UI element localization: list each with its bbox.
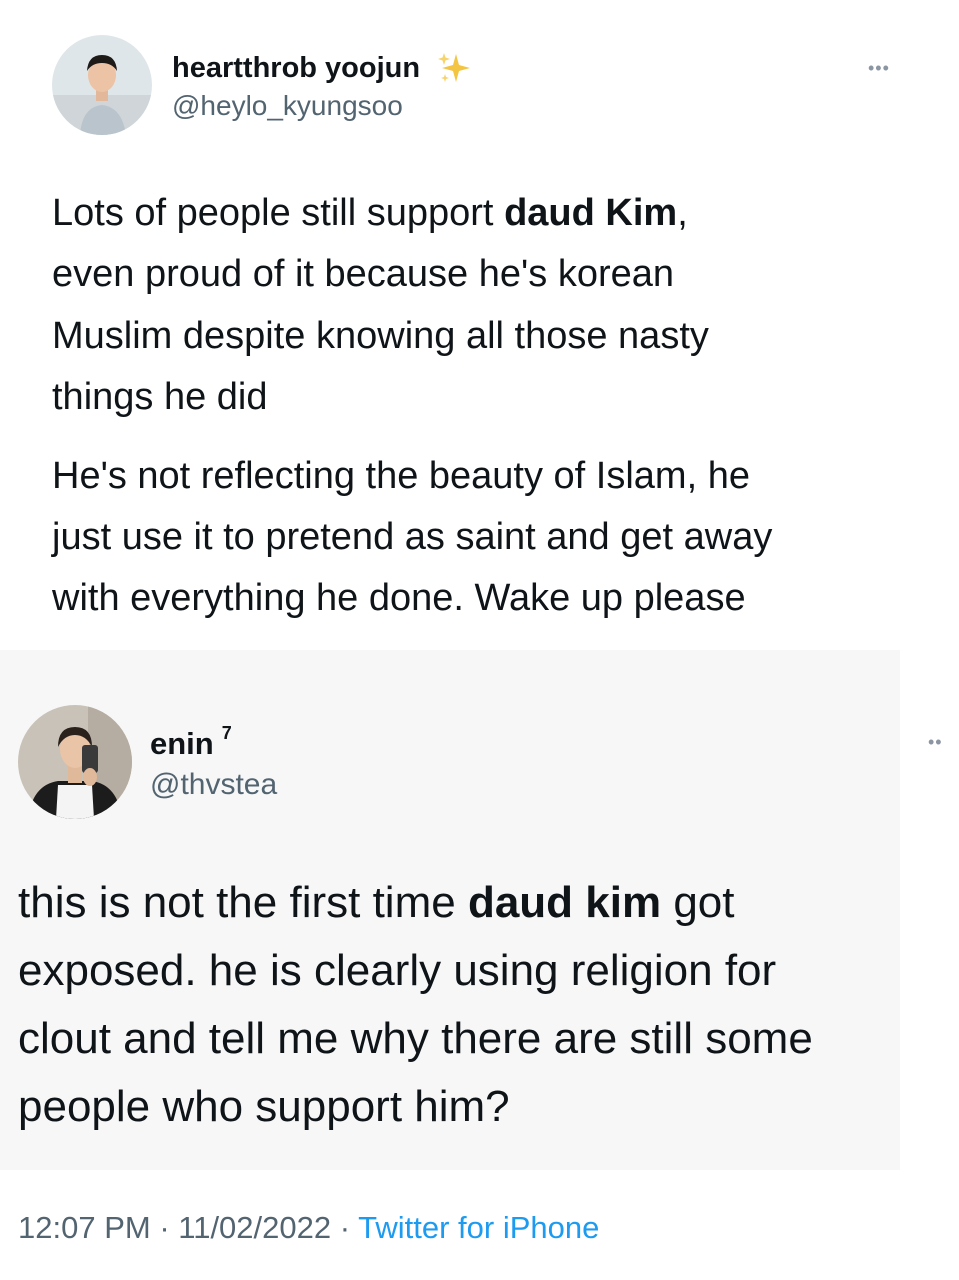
handle[interactable]: @heylo_kyungsoo — [172, 90, 403, 122]
tweet-text-line: just use it to pretend as saint and get … — [52, 516, 773, 558]
tweet-text-line: Lots of people still support daud Kim, — [52, 192, 688, 234]
sparkles-icon — [436, 50, 472, 86]
tweet-card-thvstea: enin 7 @thvstea •• this is not the first … — [0, 650, 959, 1280]
tweet-date[interactable]: 11/02/2022 — [178, 1210, 331, 1245]
tweet-time[interactable]: 12:07 PM — [18, 1210, 151, 1245]
tweet-text-line: Muslim despite knowing all those nasty — [52, 315, 709, 357]
mention-daud-kim: daud Kim — [504, 192, 678, 234]
avatar[interactable] — [18, 705, 132, 819]
avatar[interactable] — [52, 35, 152, 135]
tweet-text-line: people who support him? — [18, 1082, 510, 1131]
tweet-text-line: this is not the first time daud kim got — [18, 878, 735, 927]
separator: · — [150, 1210, 179, 1245]
tweet-text-line: even proud of it because he's korean — [52, 253, 675, 295]
tweet-text-line: with everything he done. Wake up please — [52, 577, 746, 619]
more-options-button[interactable]: ••• — [868, 58, 890, 79]
avatar-photo-icon — [52, 35, 152, 135]
name-superscript: 7 — [221, 722, 232, 743]
handle[interactable]: @thvstea — [150, 768, 277, 802]
tweet-timestamp-row: 12:07 PM · 11/02/2022 · Twitter for iPho… — [18, 1210, 599, 1246]
tweet-text-line: things he did — [52, 376, 268, 418]
more-options-button[interactable]: •• — [928, 732, 943, 753]
separator: · — [331, 1210, 359, 1245]
tweet-card-heylo-kyungsoo: heartthrob yoojun @heylo_kyungsoo ••• Lo… — [0, 0, 959, 650]
display-name[interactable]: enin 7 — [150, 722, 232, 762]
source-link[interactable]: Twitter for iPhone — [358, 1210, 599, 1245]
display-name[interactable]: heartthrob yoojun — [172, 52, 420, 85]
tweet-text-line: exposed. he is clearly using religion fo… — [18, 946, 777, 995]
tweet-text-line: He's not reflecting the beauty of Islam,… — [52, 455, 750, 497]
tweet-text-line: clout and tell me why there are still so… — [18, 1014, 813, 1063]
mention-daud-kim: daud kim — [467, 878, 662, 927]
avatar-photo-icon — [18, 705, 132, 819]
